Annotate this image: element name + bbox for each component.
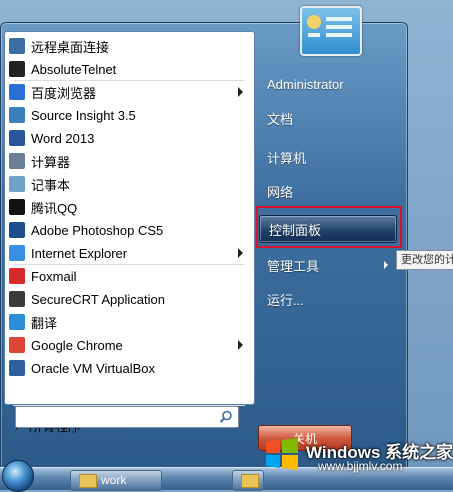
right-pane-label: 计算机 bbox=[267, 150, 307, 166]
program-list-pane: 远程桌面连接 AbsoluteTelnet 百度浏览器 Source Insight … bbox=[4, 31, 255, 434]
right-pane-label: 文档 bbox=[267, 111, 294, 127]
right-pane-item[interactable]: 管理工具 bbox=[258, 251, 398, 279]
program-label: Oracle VM VirtualBox bbox=[31, 360, 156, 376]
right-pane-label: Administrator bbox=[267, 76, 344, 92]
chrome-icon bbox=[9, 337, 25, 353]
program-item[interactable]: 百度浏览器 bbox=[5, 81, 254, 103]
source-insight-icon bbox=[9, 107, 25, 123]
program-item[interactable]: 翻译 bbox=[5, 311, 254, 333]
internet-explorer-icon bbox=[9, 245, 25, 261]
program-label: Foxmail bbox=[31, 268, 77, 284]
program-label: Source Insight 3.5 bbox=[31, 107, 136, 123]
right-pane-item[interactable]: Administrator bbox=[258, 70, 398, 98]
right-pane-item[interactable]: 网络 bbox=[258, 177, 398, 205]
search-box[interactable] bbox=[15, 406, 239, 428]
program-label: AbsoluteTelnet bbox=[31, 61, 117, 77]
baidu-browser-icon bbox=[9, 84, 25, 100]
shutdown-label: 关机 bbox=[292, 431, 317, 446]
submenu-arrow-icon bbox=[238, 248, 243, 258]
right-pane-label: 运行... bbox=[267, 292, 304, 308]
remote-desktop-icon bbox=[9, 38, 25, 54]
submenu-arrow-icon bbox=[384, 261, 388, 269]
program-item[interactable]: 记事本 bbox=[5, 173, 254, 195]
program-label: 腾讯QQ bbox=[31, 200, 78, 216]
program-item[interactable]: Foxmail bbox=[5, 265, 254, 287]
right-pane-item[interactable]: 计算机 bbox=[258, 143, 398, 171]
program-label: Word 2013 bbox=[31, 130, 95, 146]
highlight-outline bbox=[256, 206, 402, 248]
word-icon bbox=[9, 130, 25, 146]
program-label: 计算器 bbox=[31, 154, 71, 170]
start-orb-button[interactable] bbox=[2, 460, 34, 492]
program-label: 记事本 bbox=[31, 177, 71, 193]
program-item[interactable]: AbsoluteTelnet bbox=[5, 58, 254, 80]
right-pane-item[interactable]: 文档 bbox=[258, 104, 398, 132]
program-item[interactable]: 计算器 bbox=[5, 150, 254, 172]
program-item[interactable]: Google Chrome bbox=[5, 334, 254, 356]
taskbar-window-label: work bbox=[101, 473, 127, 487]
photoshop-icon bbox=[9, 222, 25, 238]
submenu-arrow-icon bbox=[238, 340, 243, 350]
taskbar-folder-button[interactable] bbox=[232, 470, 264, 491]
translate-icon bbox=[9, 314, 25, 330]
right-pane-item[interactable]: 运行... bbox=[258, 285, 398, 313]
control-panel-tooltip: 更改您的计 bbox=[396, 250, 453, 270]
right-pane-label: 管理工具 bbox=[267, 258, 320, 274]
qq-penguin-icon bbox=[9, 199, 25, 215]
program-item[interactable]: Word 2013 bbox=[5, 127, 254, 149]
program-item[interactable]: Oracle VM VirtualBox bbox=[5, 357, 254, 379]
program-label: Adobe Photoshop CS5 bbox=[31, 222, 164, 238]
search-icon[interactable] bbox=[219, 410, 233, 424]
program-label: 百度浏览器 bbox=[31, 85, 97, 101]
user-picture-icon bbox=[307, 15, 352, 37]
program-item[interactable]: Internet Explorer bbox=[5, 242, 254, 264]
taskbar-window-button[interactable]: work bbox=[70, 470, 162, 491]
program-label: Google Chrome bbox=[31, 337, 123, 353]
program-item[interactable]: SecureCRT Application bbox=[5, 288, 254, 310]
notepad-icon bbox=[9, 176, 25, 192]
virtualbox-icon bbox=[9, 360, 25, 376]
program-label: 远程桌面连接 bbox=[31, 39, 110, 55]
program-label: SecureCRT Application bbox=[31, 291, 165, 307]
folder-icon bbox=[241, 474, 259, 488]
program-item[interactable]: 腾讯QQ bbox=[5, 196, 254, 218]
search-input[interactable] bbox=[19, 407, 213, 427]
submenu-arrow-icon bbox=[238, 87, 243, 97]
program-item[interactable]: 远程桌面连接 bbox=[5, 35, 254, 57]
program-label: 翻译 bbox=[31, 315, 58, 331]
right-pane-label: 网络 bbox=[267, 184, 294, 200]
program-item[interactable]: Source Insight 3.5 bbox=[5, 104, 254, 126]
telnet-icon bbox=[9, 61, 25, 77]
foxmail-icon bbox=[9, 268, 25, 284]
folder-icon bbox=[79, 474, 97, 488]
program-label: Internet Explorer bbox=[31, 245, 128, 261]
securecrt-icon bbox=[9, 291, 25, 307]
user-account-picture[interactable] bbox=[300, 6, 362, 56]
shutdown-button[interactable]: 关机 bbox=[258, 425, 352, 451]
taskbar: work bbox=[0, 460, 453, 492]
program-item[interactable]: Adobe Photoshop CS5 bbox=[5, 219, 254, 241]
calculator-icon bbox=[9, 153, 25, 169]
